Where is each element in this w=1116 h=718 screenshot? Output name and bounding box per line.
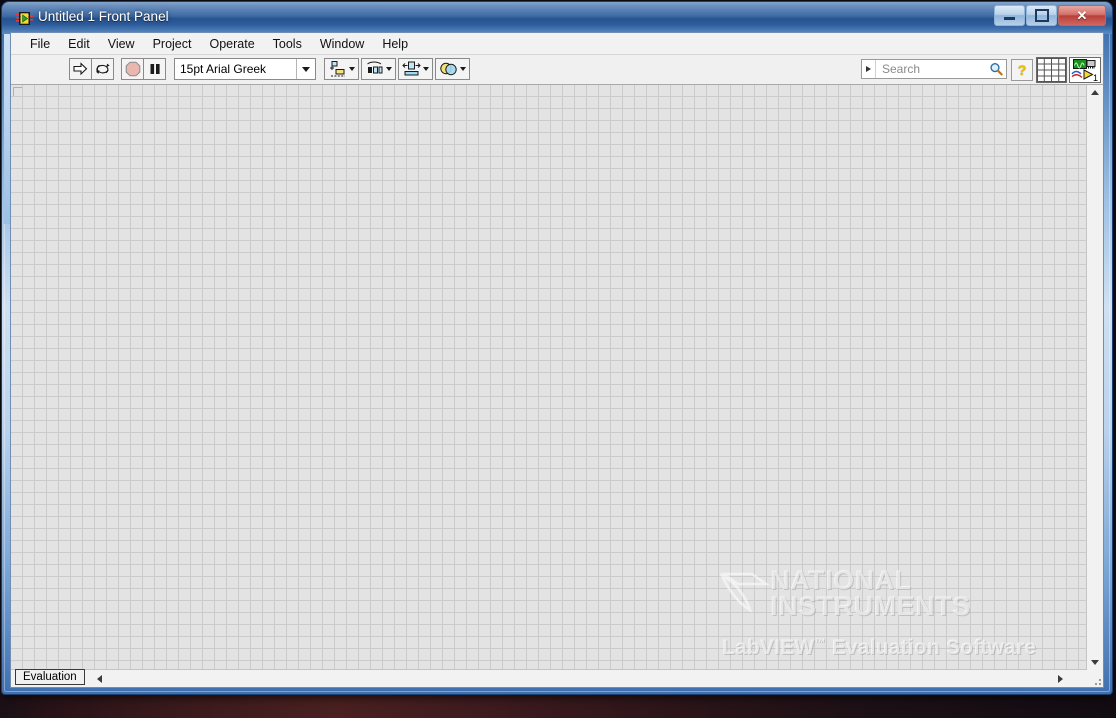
menu-bar: File Edit View Project Operate Tools Win…	[11, 33, 1103, 55]
minimize-button[interactable]	[994, 5, 1025, 26]
vi-icon-button[interactable]: 1	[1069, 57, 1101, 83]
connector-pane[interactable]	[1036, 57, 1067, 83]
resize-objects-icon	[402, 61, 421, 76]
front-panel-area: NATIONAL INSTRUMENTS LabVIEW™ Evaluation…	[11, 85, 1103, 687]
scroll-up-button[interactable]	[1087, 85, 1102, 100]
window-title: Untitled 1 Front Panel	[38, 9, 169, 24]
search-input[interactable]: Search	[876, 62, 986, 76]
title-bar[interactable]: Untitled 1 Front Panel ✕	[2, 2, 1112, 34]
menu-item-project[interactable]: Project	[144, 35, 201, 53]
run-icon	[73, 62, 88, 76]
labview-vi-icon	[16, 11, 33, 26]
menu-item-help[interactable]: Help	[373, 35, 417, 53]
evaluation-watermark: NATIONAL INSTRUMENTS LabVIEW™ Evaluation…	[718, 566, 1068, 662]
menu-item-window[interactable]: Window	[311, 35, 373, 53]
run-continuously-button[interactable]	[91, 58, 114, 80]
national-instruments-logo-icon	[719, 572, 771, 613]
reorder-dropdown-caret-icon	[460, 67, 466, 71]
search-magnifier-icon[interactable]	[986, 62, 1006, 76]
resize-grip[interactable]	[1087, 670, 1103, 687]
labview-window: Untitled 1 Front Panel ✕ File Edit View …	[2, 2, 1112, 694]
close-button[interactable]: ✕	[1058, 5, 1106, 26]
toolbar: 15pt Arial Greek Search ? 1	[11, 55, 1103, 85]
maximize-button[interactable]	[1026, 5, 1057, 26]
horizontal-scrollbar[interactable]	[11, 669, 1087, 687]
close-icon: ✕	[1076, 7, 1088, 23]
panel-origin-marker	[13, 87, 22, 96]
run-continuously-icon	[95, 63, 110, 74]
abort-execution-button[interactable]	[121, 58, 144, 80]
scroll-right-button[interactable]	[1054, 672, 1067, 685]
align-objects-icon	[330, 61, 345, 77]
watermark-product: LabVIEW™ Evaluation Software	[722, 636, 1037, 659]
watermark-company: NATIONAL INSTRUMENTS	[770, 565, 971, 621]
context-help-icon: ?	[1017, 62, 1027, 78]
resize-objects-button[interactable]	[398, 58, 433, 80]
distribute-objects-icon	[367, 61, 383, 74]
context-help-button[interactable]: ?	[1011, 59, 1033, 81]
front-panel-canvas[interactable]: NATIONAL INSTRUMENTS LabVIEW™ Evaluation…	[11, 85, 1087, 670]
align-objects-button[interactable]	[324, 58, 359, 80]
menu-item-operate[interactable]: Operate	[200, 35, 263, 53]
distribute-dropdown-caret-icon	[386, 67, 392, 71]
font-dropdown-caret-icon[interactable]	[296, 59, 315, 79]
menu-item-tools[interactable]: Tools	[264, 35, 311, 53]
resize-dropdown-caret-icon	[423, 67, 429, 71]
reorder-objects-icon	[440, 62, 457, 76]
scroll-down-button[interactable]	[1087, 655, 1102, 670]
screen: Untitled 1 Front Panel ✕ File Edit View …	[0, 0, 1116, 718]
font-selector-value: 15pt Arial Greek	[180, 62, 267, 76]
align-dropdown-caret-icon	[349, 67, 355, 71]
scroll-left-button[interactable]	[93, 672, 106, 685]
window-client-area: File Edit View Project Operate Tools Win…	[10, 32, 1104, 688]
distribute-objects-button[interactable]	[361, 58, 396, 80]
run-controls-group	[69, 58, 166, 80]
run-button[interactable]	[69, 58, 92, 80]
menu-item-view[interactable]: View	[99, 35, 144, 53]
window-controls: ✕	[993, 5, 1106, 26]
pause-icon	[150, 64, 160, 74]
abort-execution-icon	[125, 61, 140, 77]
vertical-scrollbar[interactable]	[1086, 85, 1103, 670]
evaluation-badge[interactable]: Evaluation	[15, 669, 85, 685]
search-scope-arrow-icon[interactable]	[862, 60, 876, 78]
pause-button[interactable]	[143, 58, 166, 80]
vi-icon-badge: 1	[1092, 73, 1098, 83]
menu-item-edit[interactable]: Edit	[59, 35, 99, 53]
font-selector[interactable]: 15pt Arial Greek	[174, 58, 316, 80]
menu-item-file[interactable]: File	[21, 35, 59, 53]
search-box[interactable]: Search	[861, 59, 1007, 79]
reorder-objects-button[interactable]	[435, 58, 470, 80]
